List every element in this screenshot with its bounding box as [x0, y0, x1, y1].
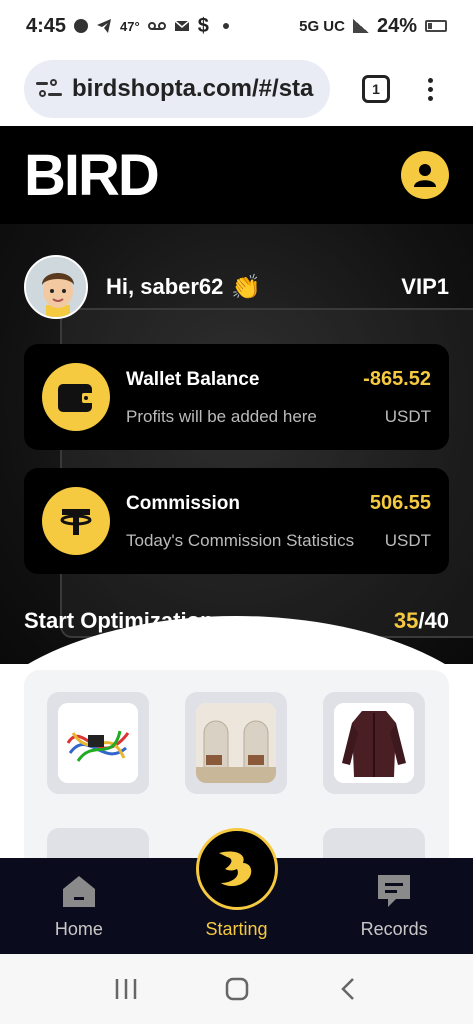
wallet-icon — [42, 363, 110, 431]
url-text[interactable]: birdshopta.com/#/sta — [72, 75, 313, 103]
optimization-total: 40 — [424, 608, 449, 633]
wallet-subtitle: Profits will be added here — [126, 406, 317, 426]
telegram-icon — [97, 19, 112, 33]
nav-home[interactable]: Home — [0, 858, 158, 954]
commission-card-body: Commission 506.55 Today's Commission Sta… — [126, 492, 431, 551]
wallet-card-body: Wallet Balance -865.52 Profits will be a… — [126, 368, 431, 427]
product-tile-coat[interactable] — [323, 692, 425, 794]
commission-subtitle: Today's Commission Statistics — [126, 530, 355, 550]
vip-level-badge: VIP1 — [401, 274, 449, 299]
user-row: Hi, saber62 👏 VIP1 — [24, 254, 449, 320]
optimization-done: 35 — [393, 608, 419, 633]
product-image-coat — [334, 703, 414, 783]
commission-unit: USDT — [384, 530, 431, 550]
status-right: 5G UC 24% — [299, 15, 447, 38]
notification-icon — [74, 19, 89, 33]
battery-icon — [425, 20, 447, 32]
bird-logo-icon — [219, 851, 252, 886]
product-image-cables — [58, 703, 138, 783]
home-nav-icon[interactable] — [222, 974, 252, 1004]
profile-button[interactable] — [401, 151, 449, 199]
status-time: 4:45 — [26, 14, 67, 37]
user-icon — [414, 164, 436, 187]
status-battery: 24% — [376, 14, 417, 37]
bird-logo[interactable]: BIRD — [24, 142, 160, 209]
status-bar: 4:45 47° $ 5G UC 24% — [0, 0, 473, 52]
avatar[interactable] — [24, 255, 88, 319]
nav-home-label: Home — [54, 919, 103, 939]
back-icon[interactable] — [333, 974, 363, 1004]
status-dollar: $ — [197, 14, 209, 37]
browser-toolbar: birdshopta.com/#/sta 1 — [0, 52, 473, 126]
nav-starting-label: Starting — [205, 919, 268, 939]
status-temp: 47° — [120, 18, 140, 34]
signal-icon — [352, 19, 369, 33]
wallet-unit: USDT — [384, 406, 431, 426]
clapping-hands-icon: 👏 — [231, 273, 262, 301]
commission-title: Commission — [126, 492, 241, 514]
optimization-title: Start Optimization — [24, 608, 214, 633]
tab-switcher-button[interactable]: 1 — [362, 75, 390, 103]
system-nav-bar — [0, 954, 473, 1024]
wallet-title: Wallet Balance — [126, 368, 260, 390]
user-greeting: Hi, saber62 — [106, 274, 224, 299]
app-header: BIRD — [0, 126, 473, 224]
nav-records[interactable]: Records — [315, 858, 473, 954]
status-network: 5G UC — [299, 17, 345, 35]
recent-apps-icon[interactable] — [111, 974, 141, 1004]
tether-icon — [42, 487, 110, 555]
voicemail-icon — [147, 22, 166, 30]
commission-value: 506.55 — [369, 491, 431, 514]
optimization-progress: 35/40 — [394, 608, 449, 634]
product-tile-salon[interactable] — [185, 692, 287, 794]
site-settings-icon[interactable] — [36, 79, 62, 99]
hero-section: Hi, saber62 👏 VIP1 Wallet Balance -865.5… — [0, 224, 473, 664]
product-tile-cables[interactable] — [47, 692, 149, 794]
records-icon — [378, 875, 411, 907]
commission-card[interactable]: Commission 506.55 Today's Commission Sta… — [24, 468, 449, 574]
browser-menu-icon[interactable] — [428, 77, 433, 101]
wallet-balance-card[interactable]: Wallet Balance -865.52 Profits will be a… — [24, 344, 449, 450]
status-dot-icon — [222, 23, 229, 29]
starting-button[interactable] — [196, 828, 278, 910]
status-left: 4:45 47° $ — [26, 15, 229, 38]
home-icon — [62, 876, 95, 907]
wallet-value: -865.52 — [363, 367, 431, 390]
nav-records-label: Records — [360, 919, 428, 939]
product-image-salon — [196, 703, 276, 783]
optimization-row: Start Optimization 35/40 — [24, 608, 449, 634]
address-bar[interactable]: birdshopta.com/#/sta — [24, 60, 330, 118]
mail-icon — [174, 20, 190, 31]
